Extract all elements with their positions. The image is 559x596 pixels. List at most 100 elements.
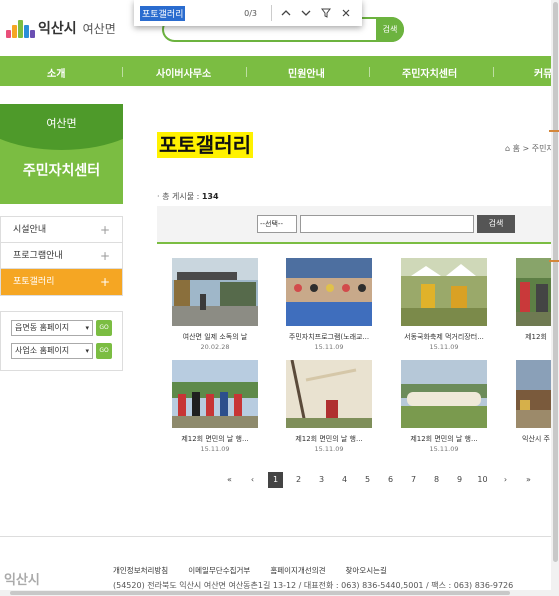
sidebar-item-programs[interactable]: 프로그램안내 + [1,243,122,269]
gallery-caption[interactable]: 제12회 [516,332,556,342]
gnb-item-community-center[interactable]: 주민자치센터 [402,65,457,80]
page-title: 포토갤러리 [157,132,253,158]
filter-icon[interactable] [316,3,336,23]
dong-homepage-select[interactable]: 읍면동 홈페이지 ▾ [11,320,93,336]
gallery-date: 15.11.09 [314,445,344,453]
sidebar-item-photo-gallery[interactable]: 포토갤러리 + [1,269,122,295]
gallery-thumbnail[interactable] [286,258,372,326]
lnb-title: 주민자치센터 [22,163,101,179]
page-number[interactable]: 7 [402,472,425,488]
gallery-date: 15.11.09 [200,445,230,453]
gnb-item-cyber-office[interactable]: 사이버사무소 [156,65,211,80]
prev-page-button[interactable]: ‹ [241,472,264,488]
gallery-item[interactable]: 제12회 면민의 날 행... 15.11.09 [172,360,258,453]
quick-row: 읍면동 홈페이지 ▾ GO [11,320,112,336]
first-page-button[interactable]: « [218,472,241,488]
sidebar-item-label: 프로그램안내 [13,251,63,261]
page-number[interactable]: 9 [448,472,471,488]
logo-subtitle: 여산면 [82,21,116,36]
horizontal-scrollbar-thumb[interactable] [10,591,510,595]
breadcrumb-text[interactable]: 홈 > 주민자 [513,144,554,153]
logo-text: 익산시 [38,21,77,37]
search-input[interactable] [300,215,474,233]
chevron-down-icon: ▾ [85,347,89,355]
page-number[interactable]: 4 [333,472,356,488]
gnb-item-civil[interactable]: 민원안내 [288,65,325,80]
footer-link-privacy[interactable]: 개인정보처리방침 [113,565,168,576]
plus-icon: + [99,249,110,263]
dong-go-button[interactable]: GO [96,320,112,336]
gallery-thumbnail[interactable] [286,360,372,428]
gallery-caption[interactable]: 주민자치프로그램(노래교... [286,332,372,342]
find-input[interactable]: 포토갤러리 [140,5,186,21]
sidebar-item-facilities[interactable]: 시설안내 + [1,217,122,243]
gallery-caption[interactable]: 제12회 면민의 날 행... [286,434,372,444]
search-field-select[interactable]: --선택-- [257,215,297,233]
close-icon[interactable] [336,3,356,23]
gallery-item[interactable]: 제12회 면민의 날 행... 15.11.09 [401,360,487,453]
page-number[interactable]: 2 [287,472,310,488]
site-logo[interactable]: 익산시 여산면 [6,16,116,40]
main-navigation: 소개 사이버사무소 민원안내 주민자치센터 커뮤 [0,56,559,86]
gallery-caption[interactable]: 제12회 면민의 날 행... [401,434,487,444]
vertical-scrollbar-thumb[interactable] [553,2,558,562]
gnb-divider [493,67,494,77]
page-number[interactable]: 10 [471,472,494,488]
gnb-item-intro[interactable]: 소개 [47,65,65,80]
gnb-item-community[interactable]: 커뮤 [534,65,552,80]
page-number[interactable]: 8 [425,472,448,488]
gallery-thumbnail[interactable] [401,360,487,428]
gallery-date: 20.02.28 [200,343,230,351]
gallery-caption[interactable]: 익산시 주 [516,434,556,444]
find-match-count: 0/3 [244,8,257,18]
select-label: --선택-- [260,220,283,228]
page-number[interactable]: 6 [379,472,402,488]
gallery-thumbnail[interactable] [516,258,556,326]
plus-icon: + [99,223,110,237]
office-go-button[interactable]: GO [96,343,112,359]
search-button[interactable]: 검색 [477,215,515,233]
vertical-scrollbar[interactable] [551,0,559,596]
total-count: · 총 게시물 : 134 [157,191,219,202]
gallery-item[interactable]: 서동국화축제 먹거리장터... 15.11.09 [401,258,487,351]
gallery-thumbnail[interactable] [516,360,556,428]
last-page-button[interactable]: » [517,472,540,488]
gallery-caption[interactable]: 여산면 일제 소독의 날 [172,332,258,342]
footer-link-directions[interactable]: 찾아오시는길 [346,565,387,576]
edge-marker [549,260,559,262]
total-value: 134 [201,192,219,201]
gallery-thumbnail[interactable] [401,258,487,326]
header-search-button[interactable]: 검색 [376,17,404,42]
gnb-divider [122,67,123,77]
page-number[interactable]: 5 [356,472,379,488]
footer-links: 개인정보처리방침 이메일무단수집거부 홈페이지개선의견 찾아오시는길 [113,565,407,576]
chevron-down-icon: ▾ [85,324,89,332]
horizontal-scrollbar[interactable] [0,590,551,596]
home-icon[interactable]: ⌂ [505,144,510,153]
chevron-down-icon[interactable] [296,3,316,23]
lnb-menu: 시설안내 + 프로그램안내 + 포토갤러리 + [0,216,123,296]
gallery-thumbnail[interactable] [172,258,258,326]
gallery-item[interactable]: 여산면 일제 소독의 날 20.02.28 [172,258,258,351]
sidebar-item-label: 시설안내 [13,225,47,235]
logo-mark-icon [6,16,35,40]
gallery-caption[interactable]: 제12회 면민의 날 행... [172,434,258,444]
gallery-thumbnail[interactable] [172,360,258,428]
gallery-caption[interactable]: 서동국화축제 먹거리장터... [401,332,487,342]
page-number[interactable]: 3 [310,472,333,488]
gallery-item[interactable]: 주민자치프로그램(노래교... 15.11.09 [286,258,372,351]
lnb-area-name: 여산면 [46,117,77,130]
gallery-item[interactable]: 익산시 주 [516,360,556,445]
sidebar-item-label: 포토갤러리 [13,277,55,287]
office-homepage-select[interactable]: 사업소 홈페이지 ▾ [11,343,93,359]
chevron-up-icon[interactable] [276,3,296,23]
quick-links: 읍면동 홈페이지 ▾ GO 사업소 홈페이지 ▾ GO [0,311,123,371]
gallery-item[interactable]: 제12회 면민의 날 행... 15.11.09 [286,360,372,453]
gallery-item[interactable]: 제12회 [516,258,556,343]
footer-link-email-policy[interactable]: 이메일무단수집거부 [188,565,250,576]
page-number-current[interactable]: 1 [268,472,283,488]
next-page-button[interactable]: › [494,472,517,488]
footer-logo: 익산시 [4,573,40,588]
gnb-divider [369,67,370,77]
footer-link-feedback[interactable]: 홈페이지개선의견 [270,565,325,576]
